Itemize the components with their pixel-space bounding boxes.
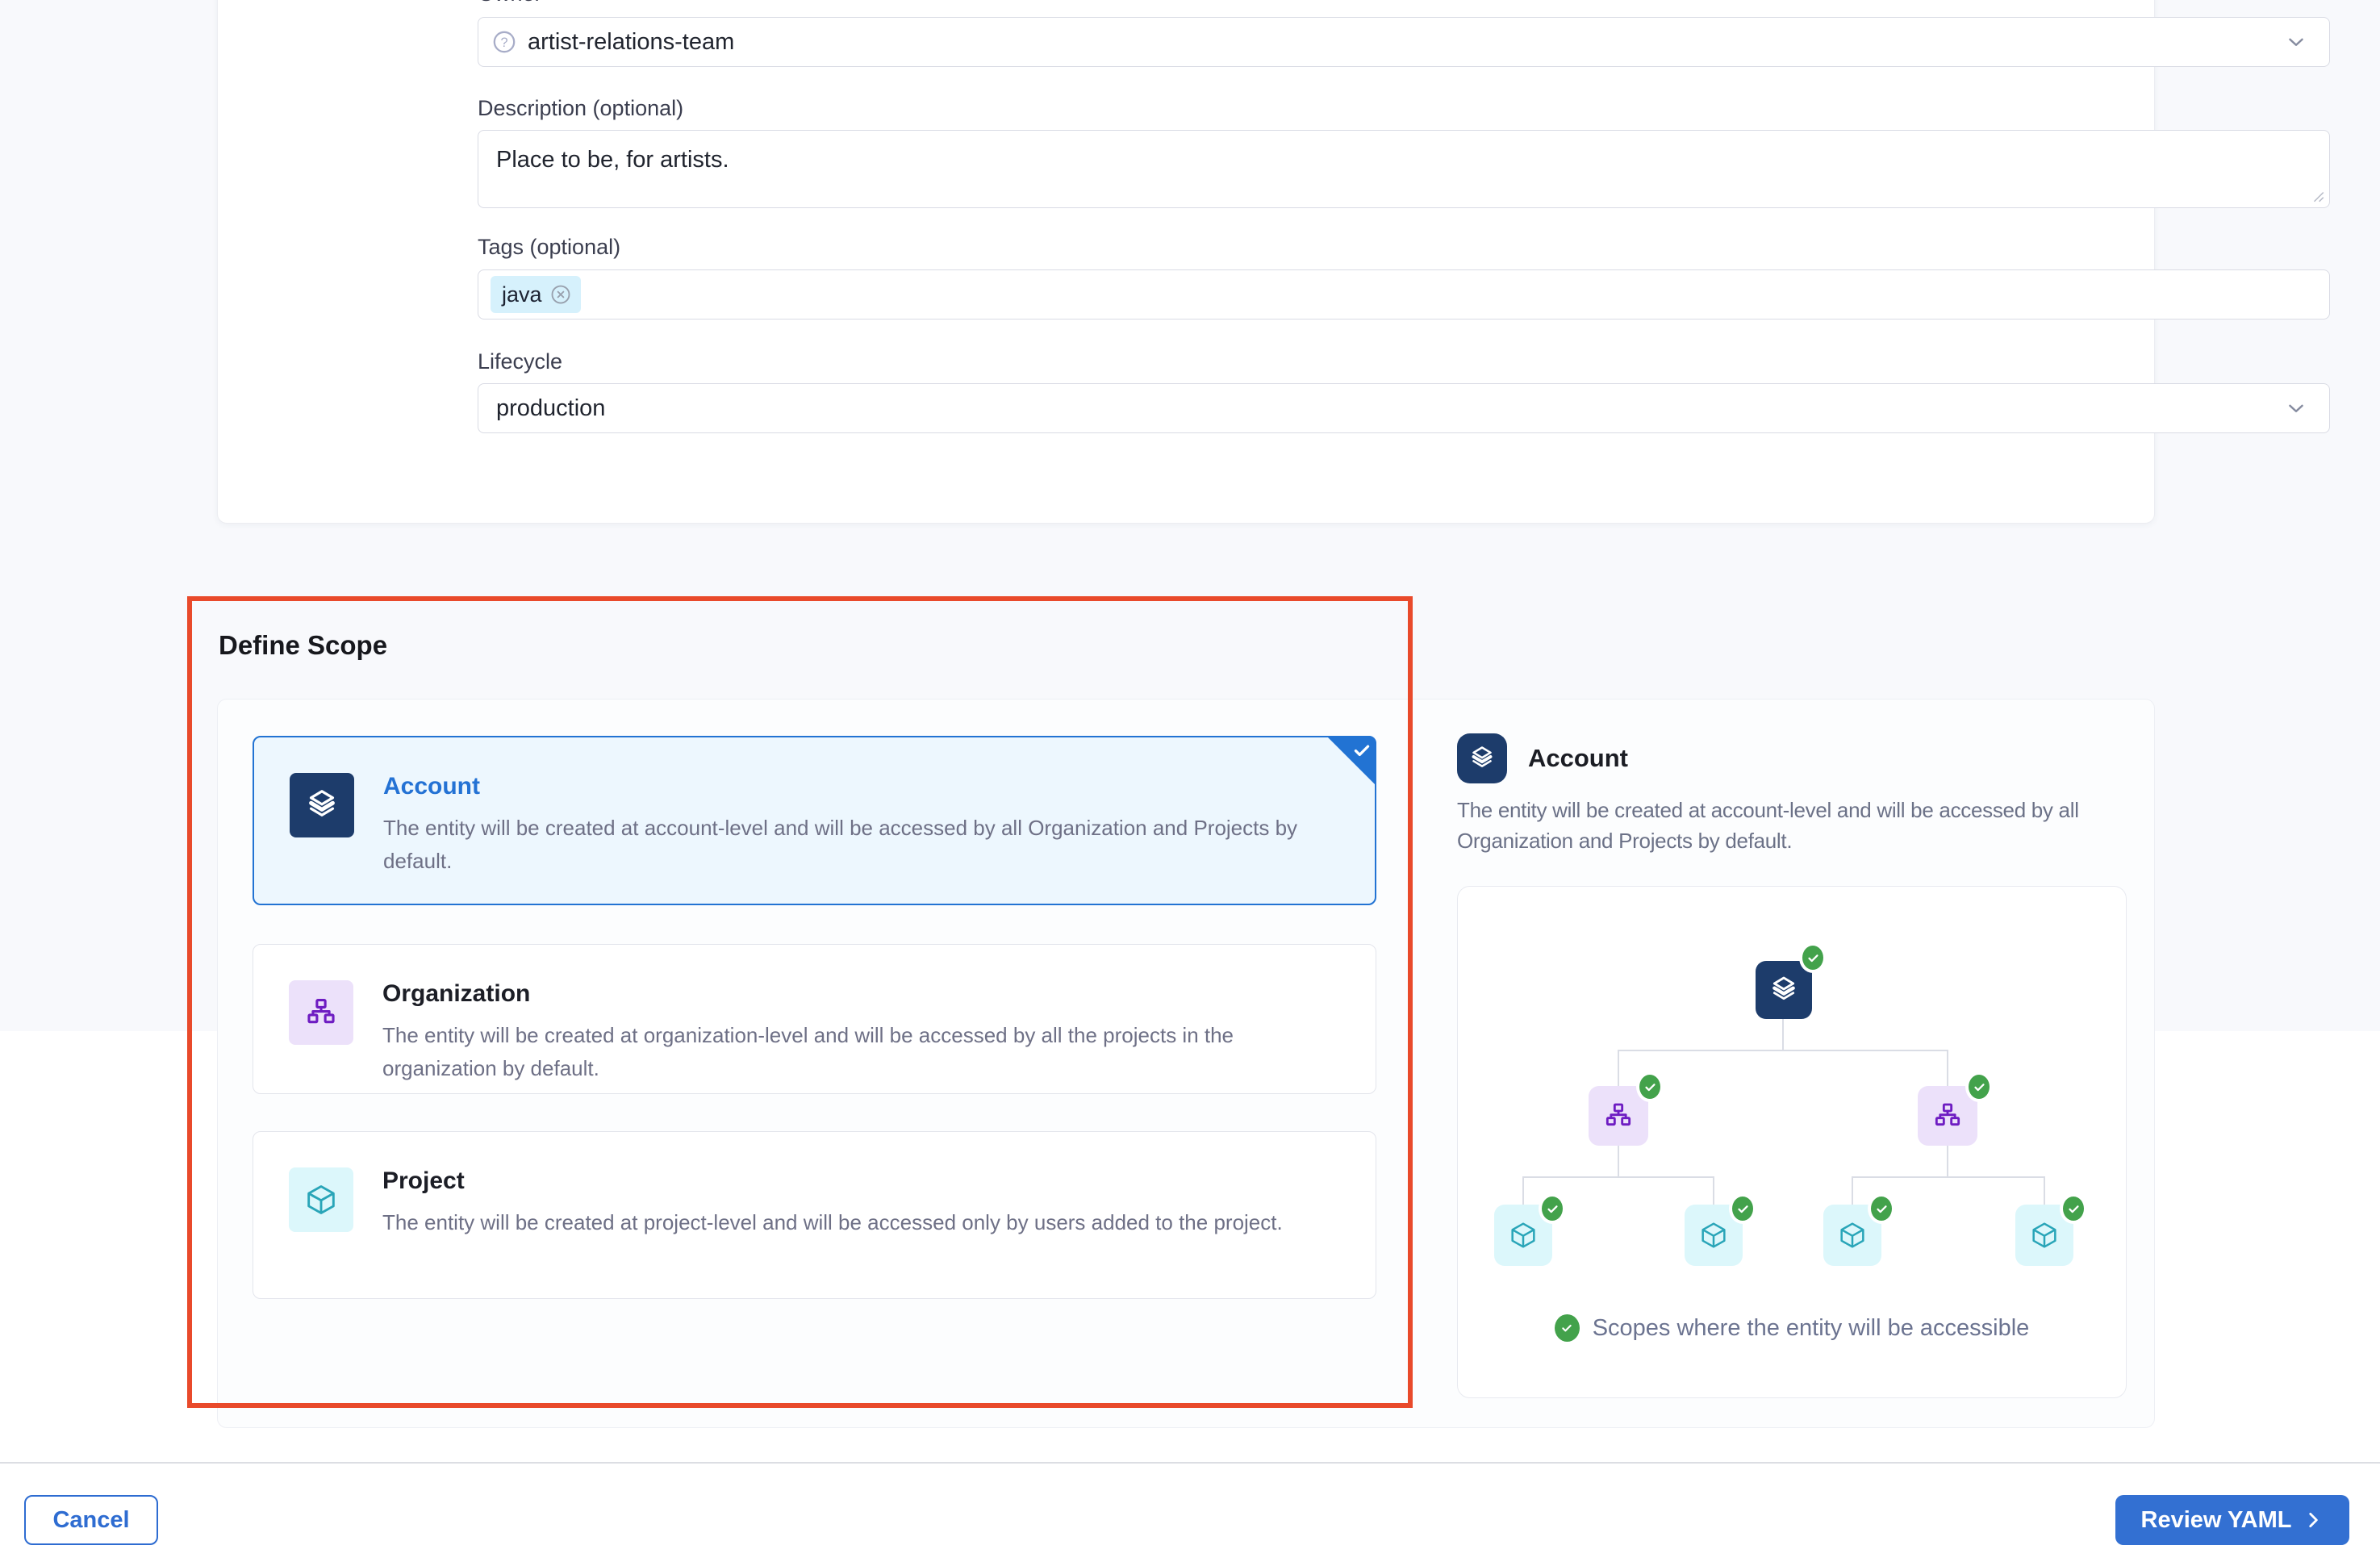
entity-details-card: Owner ? artist-relations-team Descriptio… xyxy=(217,0,2155,524)
cube-icon xyxy=(2028,1219,2061,1251)
cube-icon xyxy=(1507,1219,1539,1251)
cube-icon xyxy=(1836,1219,1869,1251)
check-badge xyxy=(1729,1193,1756,1224)
scope-option-project[interactable]: Project The entity will be created at pr… xyxy=(253,1131,1376,1299)
scope-option-account[interactable]: Account The entity will be created at ac… xyxy=(253,736,1376,905)
diagram-connector xyxy=(1782,1019,1784,1050)
lifecycle-value: production xyxy=(496,395,605,422)
diagram-connector xyxy=(1947,1050,1948,1087)
diagram-connector xyxy=(1852,1176,1853,1205)
project-option-description: The entity will be created at project-le… xyxy=(382,1206,1283,1239)
check-icon xyxy=(1973,1080,1986,1094)
diagram-connector xyxy=(1522,1176,1524,1205)
check-icon xyxy=(1736,1202,1750,1216)
diagram-connector xyxy=(1713,1176,1714,1205)
chevron-right-icon xyxy=(2303,1510,2324,1531)
check-icon xyxy=(1351,740,1372,761)
review-yaml-label: Review YAML xyxy=(2141,1507,2292,1534)
layers-icon xyxy=(303,787,340,824)
owner-select[interactable]: ? artist-relations-team xyxy=(478,17,2330,67)
check-icon xyxy=(2067,1202,2081,1216)
diagram-connector xyxy=(1522,1176,1714,1178)
resize-handle-icon[interactable] xyxy=(2311,189,2325,203)
question-circle-icon: ? xyxy=(491,28,518,56)
define-scope-title: Define Scope xyxy=(219,630,387,661)
chevron-down-icon[interactable] xyxy=(2284,396,2308,420)
owner-value: artist-relations-team xyxy=(528,29,734,56)
cube-icon xyxy=(1697,1219,1730,1251)
check-icon xyxy=(1555,1314,1580,1342)
project-tile xyxy=(289,1167,353,1232)
check-icon xyxy=(1875,1202,1889,1216)
organization-tile xyxy=(289,980,353,1045)
create-entity-page: Owner ? artist-relations-team Descriptio… xyxy=(0,0,2380,1562)
preview-title: Account xyxy=(1528,744,1628,773)
diagram-caption: Scopes where the entity will be accessib… xyxy=(1458,1314,2126,1342)
description-label: Description (optional) xyxy=(478,96,683,121)
preview-header: Account xyxy=(1457,733,1628,783)
svg-text:?: ? xyxy=(500,36,507,50)
tag-chip: java xyxy=(491,276,581,313)
organization-option-texts: Organization The entity will be created … xyxy=(382,980,1351,1085)
review-yaml-button[interactable]: Review YAML xyxy=(2115,1495,2349,1545)
owner-label: Owner xyxy=(478,0,542,6)
org-chart-icon xyxy=(1602,1100,1635,1132)
cube-icon xyxy=(303,1181,340,1218)
account-preview-tile xyxy=(1457,733,1507,783)
organization-option-description: The entity will be created at organizati… xyxy=(382,1019,1351,1085)
layers-icon xyxy=(1768,974,1800,1006)
description-textarea[interactable]: Place to be, for artists. xyxy=(478,130,2330,208)
diagram-connector xyxy=(1947,1146,1948,1176)
chevron-down-icon[interactable] xyxy=(2284,30,2308,54)
check-badge xyxy=(1965,1071,1993,1102)
diagram-connector xyxy=(2044,1176,2045,1205)
account-option-description: The entity will be created at account-le… xyxy=(383,812,1351,878)
tags-label: Tags (optional) xyxy=(478,235,620,260)
remove-tag-icon[interactable] xyxy=(549,282,573,307)
check-icon xyxy=(1806,951,1820,965)
project-option-texts: Project The entity will be created at pr… xyxy=(382,1167,1283,1239)
check-badge xyxy=(1636,1071,1664,1102)
project-option-title: Project xyxy=(382,1167,1283,1195)
diagram-connector xyxy=(1618,1050,1619,1087)
tags-input[interactable]: java xyxy=(478,269,2330,320)
scope-option-organization[interactable]: Organization The entity will be created … xyxy=(253,944,1376,1094)
account-option-title: Account xyxy=(383,773,1351,800)
tag-chip-label: java xyxy=(502,282,542,307)
scope-diagram-card: Scopes where the entity will be accessib… xyxy=(1457,886,2127,1398)
diagram-connector xyxy=(1618,1146,1619,1176)
diagram-connector xyxy=(1618,1050,1948,1051)
check-badge xyxy=(1868,1193,1895,1224)
org-chart-icon xyxy=(303,995,339,1030)
check-icon xyxy=(1546,1202,1560,1216)
diagram-connector xyxy=(1852,1176,2045,1178)
description-value: Place to be, for artists. xyxy=(496,147,729,173)
diagram-caption-text: Scopes where the entity will be accessib… xyxy=(1593,1315,2030,1342)
org-chart-icon xyxy=(1931,1100,1964,1132)
check-badge xyxy=(2060,1193,2087,1224)
account-tile xyxy=(290,773,354,837)
check-badge xyxy=(1539,1193,1566,1224)
check-badge xyxy=(1799,942,1827,973)
lifecycle-label: Lifecycle xyxy=(478,349,562,374)
organization-option-title: Organization xyxy=(382,980,1351,1008)
cancel-button[interactable]: Cancel xyxy=(24,1495,158,1545)
account-option-texts: Account The entity will be created at ac… xyxy=(383,773,1351,878)
lifecycle-select[interactable]: production xyxy=(478,383,2330,433)
preview-description: The entity will be created at account-le… xyxy=(1457,795,2140,856)
check-icon xyxy=(1643,1080,1657,1094)
layers-icon xyxy=(1468,744,1497,773)
footer-divider xyxy=(0,1462,2380,1464)
